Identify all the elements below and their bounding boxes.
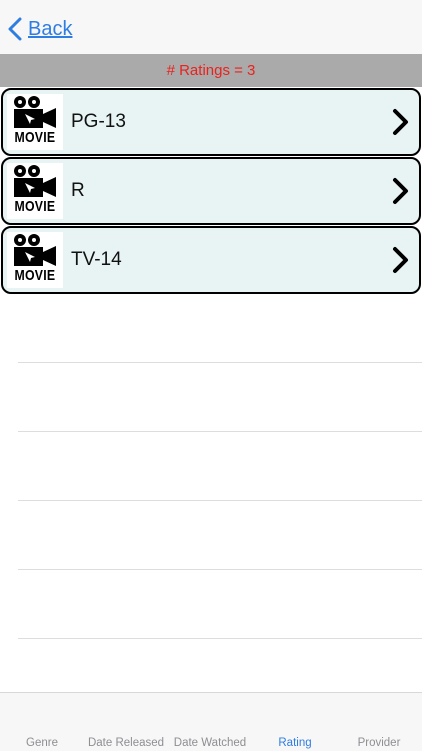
- tab-date-watched[interactable]: Date Watched: [168, 693, 252, 751]
- chevron-left-icon: [8, 17, 22, 41]
- movie-thumb-text: MOVIE: [14, 129, 56, 146]
- movie-thumb-text: MOVIE: [14, 267, 56, 284]
- rating-label: R: [71, 180, 85, 201]
- rating-label: TV-14: [71, 249, 122, 270]
- chevron-right-icon: [393, 247, 408, 273]
- empty-row-separator: [18, 431, 422, 432]
- back-button[interactable]: Back: [8, 14, 72, 44]
- empty-row-separator: [18, 500, 422, 501]
- tab-date-released[interactable]: Date Released: [84, 693, 168, 751]
- tab-bar: Genre Date Released Date Watched Rating …: [0, 692, 422, 751]
- tab-label: Rating: [278, 737, 312, 749]
- chevron-right-icon: [393, 109, 408, 135]
- tab-label: Date Watched: [173, 737, 247, 749]
- rating-row-r[interactable]: MOVIE R: [1, 157, 421, 225]
- movie-thumb-text: MOVIE: [14, 198, 56, 215]
- ratings-count-bar: # Ratings = 3: [0, 54, 422, 87]
- tab-label: Genre: [26, 737, 58, 749]
- empty-row-separator: [18, 638, 422, 639]
- tab-genre[interactable]: Genre: [0, 693, 84, 751]
- tab-label: Date Released: [87, 737, 165, 749]
- tab-rating[interactable]: Rating: [253, 693, 337, 751]
- chevron-right-icon: [393, 178, 408, 204]
- tab-label: Provider: [357, 737, 401, 749]
- movie-camera-icon: MOVIE: [7, 232, 63, 288]
- tab-provider[interactable]: Provider: [337, 693, 421, 751]
- navigation-bar: Back: [0, 0, 422, 54]
- empty-row-separator: [18, 362, 422, 363]
- movie-camera-icon: MOVIE: [7, 163, 63, 219]
- ratings-count-label: # Ratings = 3: [166, 62, 256, 79]
- back-button-label: Back: [28, 17, 73, 40]
- rating-row-tv14[interactable]: MOVIE TV-14: [1, 226, 421, 294]
- rating-row-pg13[interactable]: MOVIE PG-13: [1, 88, 421, 156]
- empty-row-separator: [18, 569, 422, 570]
- rating-label: PG-13: [71, 111, 126, 132]
- movie-camera-icon: MOVIE: [7, 94, 63, 150]
